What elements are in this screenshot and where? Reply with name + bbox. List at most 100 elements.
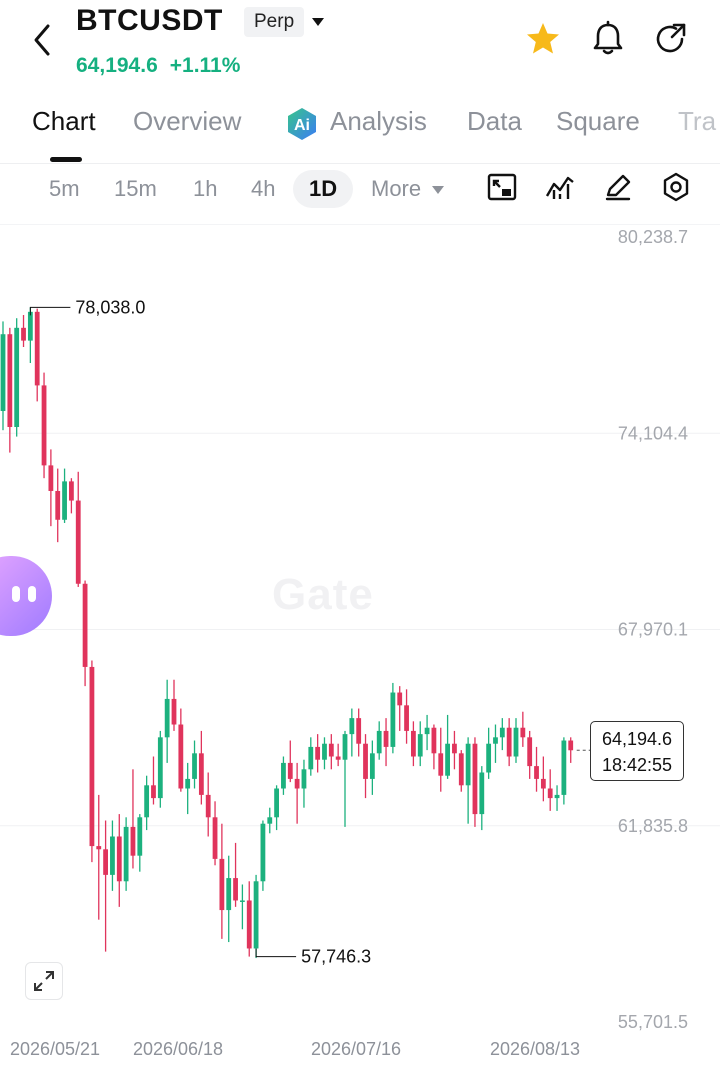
candle-body — [96, 846, 102, 850]
low-marker-line — [255, 948, 297, 958]
candle-body — [493, 737, 498, 744]
candle-body — [322, 743, 327, 760]
candle-body — [164, 698, 170, 738]
time-axis: 2026/05/21 2026/06/18 2026/07/16 2026/08/13 — [10, 1039, 580, 1059]
candle-body — [7, 334, 13, 427]
active-tab-indicator — [50, 157, 82, 162]
candle-body — [499, 727, 505, 738]
candle-body — [69, 481, 74, 501]
time-tick-label: 2026/07/16 — [311, 1039, 401, 1059]
candle-body — [540, 778, 546, 789]
candle-body — [445, 743, 450, 776]
candle-body — [130, 826, 136, 856]
current-price-label: 64,194.6 18:42:55 — [590, 721, 684, 781]
candle-body — [411, 730, 416, 757]
price-change: +1.11% — [169, 54, 241, 77]
candle-body — [486, 743, 492, 773]
tab-bar: Chart Overview Ai Analysis Data Square T… — [0, 100, 720, 162]
interval-15m[interactable]: 15m — [114, 170, 157, 208]
tab-chart[interactable]: Chart — [32, 106, 96, 137]
candle-body — [424, 727, 430, 735]
interval-1h[interactable]: 1h — [193, 170, 217, 208]
candle-body — [301, 769, 307, 789]
candle-body — [431, 727, 437, 754]
candle-body — [513, 727, 519, 757]
candle-body — [226, 878, 232, 911]
candle-body — [253, 881, 259, 949]
draw-pencil-icon[interactable] — [601, 170, 635, 204]
more-caret-icon — [432, 186, 445, 195]
ai-analysis-icon: Ai — [288, 108, 316, 140]
tab-trade-partial[interactable]: Tra — [678, 106, 716, 137]
candle-body — [233, 878, 238, 901]
fullscreen-button[interactable] — [25, 962, 63, 1000]
candle-body — [356, 718, 362, 744]
star-icon[interactable] — [524, 20, 562, 58]
candle-body — [349, 718, 355, 735]
interval-1d[interactable]: 1D — [293, 170, 354, 208]
candle-body — [287, 762, 293, 779]
candle-body — [417, 734, 423, 757]
candle-body — [48, 465, 54, 491]
candle-body — [534, 766, 539, 779]
candle-body — [185, 778, 191, 789]
candle-body — [561, 740, 567, 795]
candle-body — [157, 737, 163, 799]
low-marker-label: 57,746.3 — [301, 947, 371, 967]
candle-body — [34, 311, 40, 386]
svg-text:Ai: Ai — [294, 117, 310, 134]
candle-series — [0, 307, 574, 959]
tab-overview[interactable]: Overview — [133, 106, 241, 137]
candle-body — [219, 858, 225, 911]
candle-body — [281, 762, 286, 789]
candle-body — [151, 785, 156, 799]
candle-body — [547, 788, 553, 799]
dropdown-caret-icon[interactable] — [310, 16, 326, 28]
candle-body — [376, 730, 382, 754]
refresh-share-icon[interactable] — [652, 20, 690, 58]
interval-more[interactable]: More — [371, 170, 445, 208]
interval-5m[interactable]: 5m — [49, 170, 80, 208]
candle-body — [0, 334, 6, 411]
back-arrow-icon[interactable] — [28, 20, 58, 60]
candle-body — [404, 705, 409, 731]
tab-square[interactable]: Square — [556, 106, 640, 137]
tab-analysis[interactable]: Analysis — [330, 106, 427, 137]
candle-body — [397, 692, 403, 706]
candle-body — [246, 900, 252, 949]
candle-body — [568, 740, 574, 751]
price-tick-label: 55,701.5 — [618, 1012, 688, 1032]
high-marker-label: 78,038.0 — [75, 297, 145, 317]
candle-body — [438, 753, 444, 776]
more-label: More — [371, 176, 422, 201]
settings-icon[interactable] — [659, 170, 693, 204]
candle-body — [41, 385, 47, 466]
indicator-icon[interactable] — [485, 170, 519, 204]
tab-data[interactable]: Data — [467, 106, 522, 137]
candle-body — [335, 756, 341, 760]
price-tick-label: 74,104.4 — [618, 423, 688, 443]
symbol-title[interactable]: BTCUSDT — [76, 4, 223, 38]
candle-body — [342, 734, 348, 760]
interval-4h[interactable]: 4h — [251, 170, 275, 208]
candle-body — [274, 788, 279, 818]
candle-body — [171, 698, 177, 725]
expand-icon — [34, 971, 54, 991]
candle-body — [465, 743, 471, 786]
candle-body — [520, 727, 526, 738]
bubble-eye-right — [28, 586, 36, 602]
candle-body — [82, 583, 88, 667]
candle-body — [328, 743, 334, 757]
price-tick-label: 61,835.8 — [618, 816, 688, 836]
time-tick-label: 2026/06/18 — [133, 1039, 223, 1059]
candle-body — [260, 823, 266, 882]
candle-body — [103, 849, 108, 875]
chart-style-icon[interactable] — [543, 170, 577, 204]
candle-body — [75, 500, 81, 584]
candle-body — [205, 794, 211, 818]
price-line: 64,194.6 +1.11% — [76, 54, 240, 78]
candle-body — [14, 327, 20, 427]
tabs-divider — [0, 163, 720, 164]
candlestick-chart[interactable]: 78,038.0 57,746.3 80,238.7 74,104.4 67,970.… — [0, 225, 720, 1077]
bell-icon[interactable] — [589, 20, 627, 58]
